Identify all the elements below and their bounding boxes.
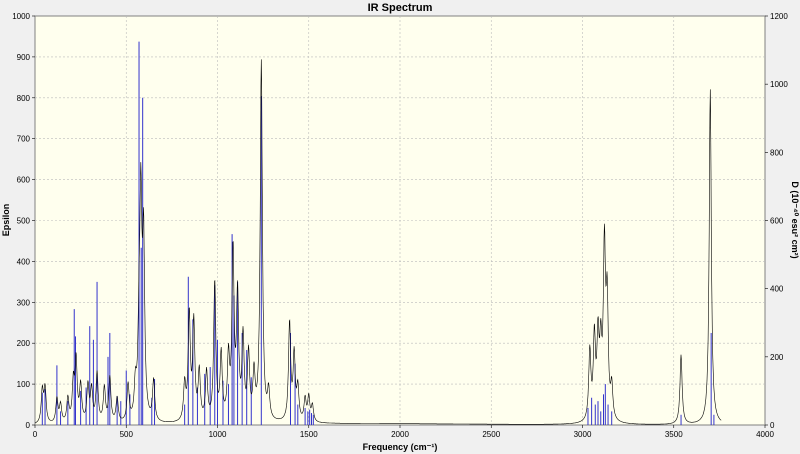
y2-tick-label: 0 [770, 421, 775, 430]
x-tick-label: 1500 [300, 430, 318, 439]
y-tick-label: 600 [17, 176, 31, 185]
y2-tick-label: 1000 [770, 80, 788, 89]
y2-tick-label: 600 [770, 217, 784, 226]
x-tick-label: 500 [120, 430, 134, 439]
y-tick-label: 100 [17, 380, 31, 389]
y2-tick-label: 400 [770, 285, 784, 294]
x-tick-label: 3500 [665, 430, 683, 439]
y-axis-label: Epsilon [1, 204, 11, 237]
y-tick-label: 900 [17, 53, 31, 62]
x-tick-label: 4000 [756, 430, 774, 439]
x-tick-label: 0 [33, 430, 38, 439]
ir-spectrum-chart: IR Spectrum 0 500 1000 1500 2000 2500 3000 3500… [0, 0, 800, 454]
y-tick-label: 700 [17, 135, 31, 144]
y-tick-label: 500 [17, 217, 31, 226]
x-axis-label: Frequency (cm⁻¹) [363, 442, 438, 452]
y-tick-label: 300 [17, 298, 31, 307]
x-tick-label: 2000 [391, 430, 409, 439]
chart-title: IR Spectrum [368, 2, 433, 14]
y2-tick-label: 1200 [770, 12, 788, 21]
x-tick-label: 3000 [574, 430, 592, 439]
y-tick-label: 200 [17, 339, 31, 348]
y-tick-label: 800 [17, 94, 31, 103]
x-tick-label: 2500 [482, 430, 500, 439]
y-tick-label: 400 [17, 257, 31, 266]
y2-tick-label: 200 [770, 353, 784, 362]
y2-axis-label: D (10⁻⁴⁰ esu² cm²) [790, 181, 800, 258]
x-tick-label: 1000 [209, 430, 227, 439]
y2-tick-label: 800 [770, 148, 784, 157]
y-tick-label: 0 [26, 421, 31, 430]
y-tick-label: 1000 [12, 12, 30, 21]
